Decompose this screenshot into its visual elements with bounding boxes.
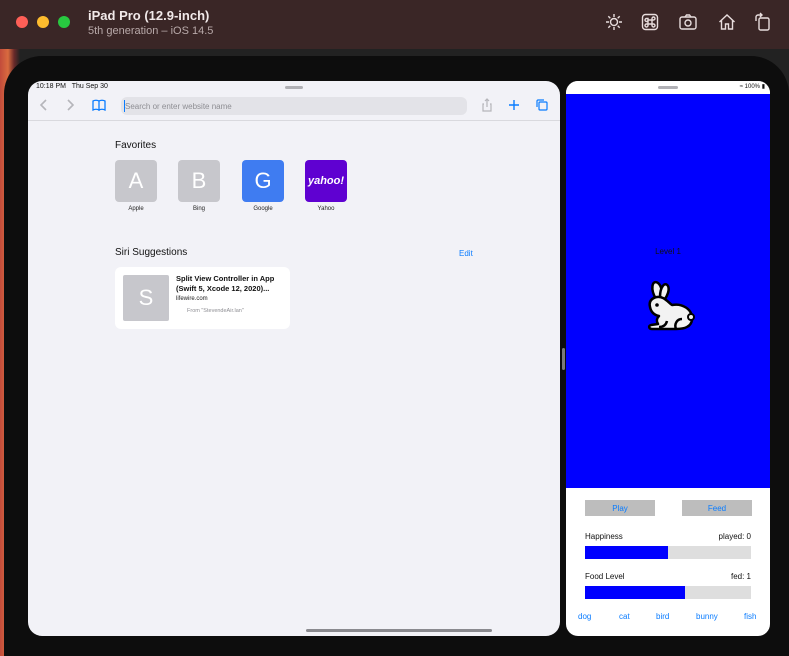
- close-window-button[interactable]: [16, 16, 28, 28]
- safari-toolbar: [28, 93, 560, 121]
- forward-chevron-icon[interactable]: [62, 98, 78, 114]
- tab-dog[interactable]: dog: [578, 612, 591, 621]
- battery-icon: ▮: [761, 84, 765, 90]
- fed-count: fed: 1: [730, 572, 751, 581]
- happiness-label: Happiness: [585, 532, 623, 541]
- suggestion-domain: lifewire.com: [176, 296, 208, 302]
- new-tab-plus-icon[interactable]: [506, 98, 522, 114]
- address-bar[interactable]: [121, 97, 467, 115]
- favorite-tile: G: [242, 160, 284, 202]
- status-date: Thu Sep 30: [71, 83, 108, 90]
- favorite-label: Google: [253, 206, 273, 212]
- tab-bird[interactable]: bird: [656, 612, 669, 621]
- search-input[interactable]: [125, 99, 461, 113]
- play-button[interactable]: Play: [585, 500, 655, 516]
- status-indicators: ≈ 100% ▮: [740, 83, 765, 90]
- happiness-progress-fill: [585, 546, 668, 559]
- home-icon[interactable]: [717, 12, 737, 32]
- status-time: 10:18 PM: [36, 83, 66, 90]
- simulator-titlebar: iPad Pro (12.9-inch) 5th generation – iO…: [0, 0, 789, 49]
- brightness-icon[interactable]: [604, 12, 624, 32]
- favorite-tile: B: [178, 160, 220, 202]
- tab-cat[interactable]: cat: [619, 612, 630, 621]
- safari-pane: 10:18 PM Thu Sep 30 Favorites A Apple: [28, 81, 560, 636]
- bookmarks-icon[interactable]: [91, 98, 107, 114]
- happiness-progress-bar: [585, 546, 751, 559]
- pet-app-pane: ≈ 100% ▮ Level 1 Play Feed Happiness pla…: [566, 81, 770, 636]
- pet-display: Level 1: [566, 94, 770, 488]
- favorite-google[interactable]: G Google: [242, 160, 284, 212]
- favorites-heading: Favorites: [115, 140, 157, 151]
- zoom-window-button[interactable]: [58, 16, 70, 28]
- siri-suggestions-heading: Siri Suggestions: [115, 247, 188, 258]
- device-os: 5th generation – iOS 14.5: [88, 25, 214, 37]
- favorite-tile: A: [115, 160, 157, 202]
- tab-bunny[interactable]: bunny: [696, 612, 718, 621]
- app-status-bar: ≈ 100% ▮: [566, 81, 770, 94]
- command-icon[interactable]: [640, 12, 660, 32]
- screenshot-icon[interactable]: [678, 12, 698, 32]
- food-progress-bar: [585, 586, 751, 599]
- home-indicator[interactable]: [306, 629, 492, 632]
- feed-button[interactable]: Feed: [682, 500, 752, 516]
- favorite-bing[interactable]: B Bing: [178, 160, 220, 212]
- bunny-icon: [638, 277, 698, 337]
- tabs-overview-icon[interactable]: [534, 98, 550, 114]
- status-datetime: 10:18 PM Thu Sep 30: [36, 83, 108, 90]
- rotate-icon[interactable]: [753, 12, 773, 32]
- favorite-apple[interactable]: A Apple: [115, 160, 157, 212]
- suggestion-tile: S: [123, 275, 169, 321]
- device-name: iPad Pro (12.9-inch): [88, 8, 210, 23]
- favorite-label: Apple: [128, 206, 144, 212]
- level-label: Level 1: [655, 247, 681, 256]
- multitasking-grabber[interactable]: [285, 86, 303, 89]
- share-icon[interactable]: [479, 98, 495, 114]
- battery-percent: 100%: [744, 84, 761, 90]
- favorite-label: Bing: [192, 206, 205, 212]
- suggestion-source: From "StevendeAir.lan": [187, 308, 244, 314]
- food-level-label: Food Level: [585, 572, 625, 581]
- edit-button[interactable]: Edit: [459, 249, 473, 258]
- favorite-label: Yahoo: [317, 206, 335, 212]
- favorite-yahoo[interactable]: yahoo! Yahoo: [305, 160, 347, 212]
- siri-suggestion-card[interactable]: S Split View Controller in App (Swift 5,…: [115, 267, 290, 329]
- back-chevron-icon[interactable]: [36, 98, 52, 114]
- yahoo-logo: yahoo!: [305, 160, 347, 202]
- food-progress-fill: [585, 586, 685, 599]
- played-count: played: 0: [718, 532, 751, 541]
- multitasking-grabber[interactable]: [658, 86, 678, 89]
- split-view-divider[interactable]: [562, 348, 565, 370]
- suggestion-title: Split View Controller in App (Swift 5, X…: [176, 274, 275, 293]
- tab-fish[interactable]: fish: [744, 612, 756, 621]
- minimize-window-button[interactable]: [37, 16, 49, 28]
- wifi-icon: ≈: [739, 84, 743, 90]
